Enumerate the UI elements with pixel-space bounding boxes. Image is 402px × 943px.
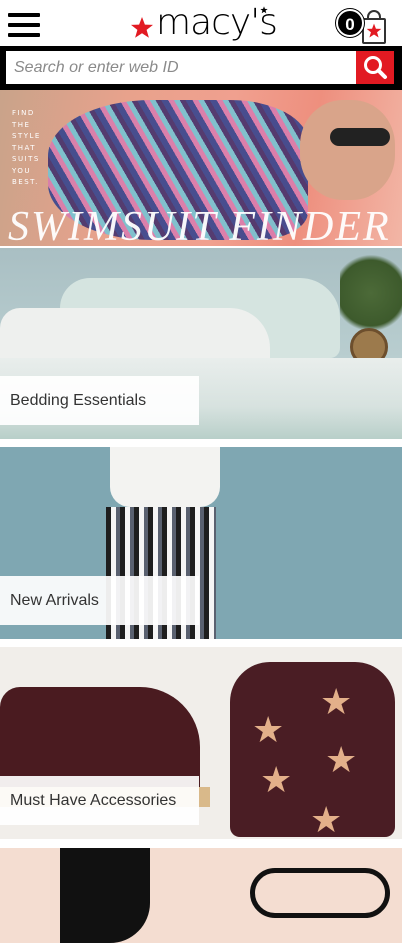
swimsuit-finder-banner[interactable]: FIND THE STYLE THAT SUITS YOU BEST. SWIM…	[0, 90, 402, 246]
heel-shoe-image	[60, 848, 150, 943]
star-icon: ★	[325, 739, 358, 780]
macys-logo[interactable]: macy's	[128, 2, 278, 46]
new-arrivals-label[interactable]: New Arrivals	[0, 576, 199, 625]
logo-text: macy's	[156, 2, 278, 43]
swimsuit-tagline: FIND THE STYLE THAT SUITS YOU BEST.	[12, 109, 41, 186]
shoes-banner[interactable]	[0, 848, 402, 943]
divider	[0, 839, 402, 847]
search-icon	[364, 56, 387, 79]
star-icon: ★	[310, 799, 343, 839]
bedding-essentials-label[interactable]: Bedding Essentials	[0, 376, 199, 425]
logo-small-star-icon	[260, 6, 268, 14]
search-button[interactable]	[356, 51, 394, 84]
strappy-sandal-image	[250, 868, 390, 918]
shopping-bag-button[interactable]: 0	[336, 6, 390, 44]
star-icon: ★	[252, 709, 285, 750]
model-face	[300, 100, 395, 200]
sunglasses	[330, 128, 390, 146]
hamburger-menu-icon[interactable]	[8, 13, 40, 37]
divider	[0, 639, 402, 647]
must-have-accessories-label[interactable]: Must Have Accessories	[0, 776, 199, 825]
model-top-image	[110, 447, 220, 507]
red-star-icon	[131, 17, 153, 38]
plant-image	[340, 248, 402, 338]
search-input[interactable]	[6, 51, 356, 84]
bag-star-icon	[366, 23, 382, 38]
star-icon: ★	[320, 681, 353, 722]
search-bar	[0, 46, 402, 90]
header: macy's 0	[0, 0, 402, 46]
bag-count-badge: 0	[336, 9, 364, 37]
divider	[0, 439, 402, 447]
star-icon: ★	[260, 759, 293, 800]
star-handbag-image: ★ ★ ★ ★ ★	[230, 662, 395, 839]
swimsuit-finder-title: SWIMSUIT FINDER	[8, 204, 391, 246]
